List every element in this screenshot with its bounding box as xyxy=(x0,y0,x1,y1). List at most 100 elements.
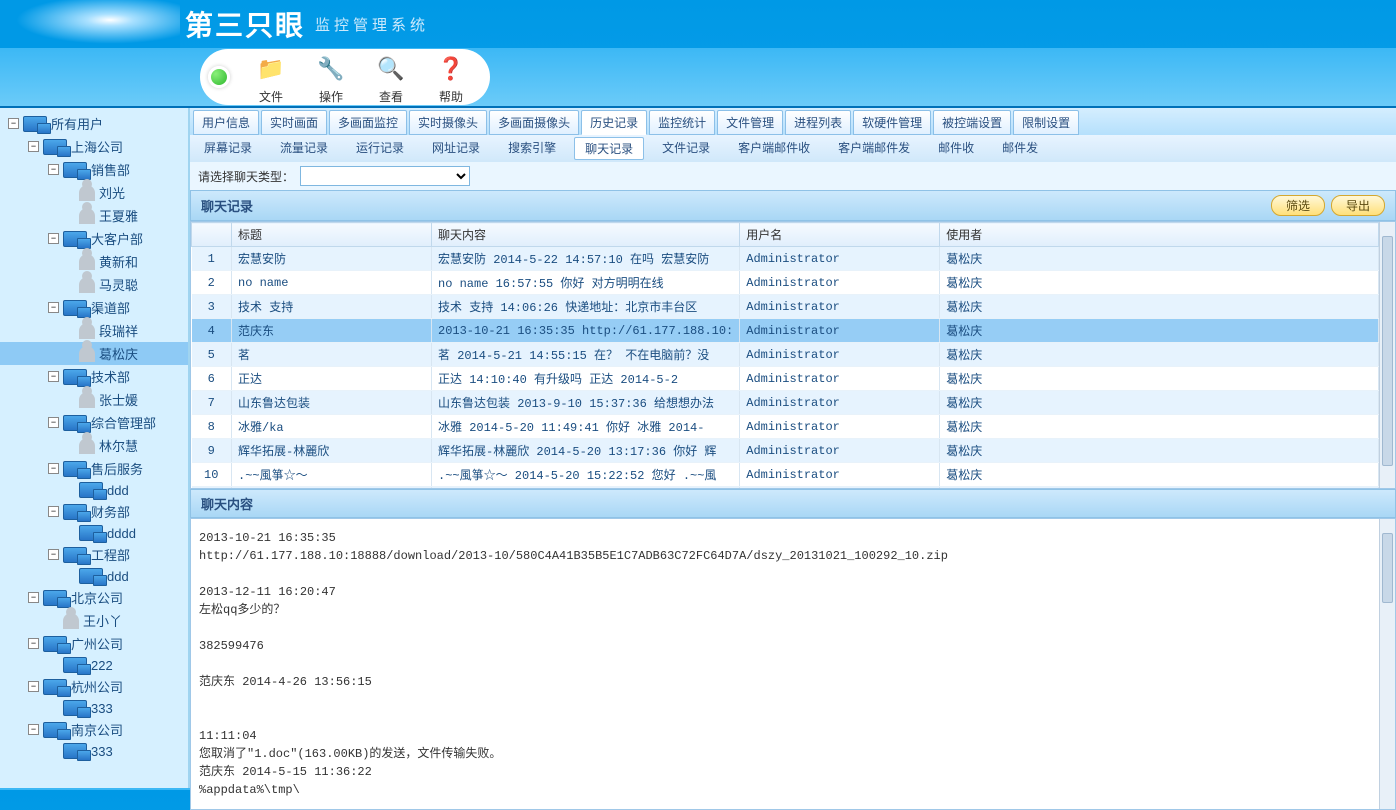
tree-node-上海公司[interactable]: −上海公司 xyxy=(0,135,188,158)
table-scrollbar[interactable] xyxy=(1379,222,1395,488)
tab-监控统计[interactable]: 监控统计 xyxy=(649,110,715,135)
tab-限制设置[interactable]: 限制设置 xyxy=(1013,110,1079,135)
filter-button[interactable]: 筛选 xyxy=(1271,195,1325,216)
table-row[interactable]: 10.~~風箏☆～.~~風箏☆～ 2014-5-20 15:22:52 您好 .… xyxy=(192,463,1379,487)
tab-历史记录[interactable]: 历史记录 xyxy=(581,110,647,135)
secondary-tabs: 屏幕记录流量记录运行记录网址记录搜索引擎聊天记录文件记录客户端邮件收客户端邮件发… xyxy=(190,135,1396,162)
subtab-聊天记录[interactable]: 聊天记录 xyxy=(574,137,644,160)
computer-icon xyxy=(63,461,87,477)
subtab-屏幕记录[interactable]: 屏幕记录 xyxy=(194,137,262,160)
tree-node-刘光[interactable]: 刘光 xyxy=(0,181,188,204)
computer-icon xyxy=(43,590,67,606)
subtab-邮件发[interactable]: 邮件发 xyxy=(992,137,1048,160)
subtab-运行记录[interactable]: 运行记录 xyxy=(346,137,414,160)
subtab-搜索引擎[interactable]: 搜索引擎 xyxy=(498,137,566,160)
tree-toggle-icon[interactable]: − xyxy=(28,638,39,649)
table-row[interactable]: 8 冰雅/ka 冰雅 2014-5-20 11:49:41 你好 冰雅 2014… xyxy=(192,415,1379,439)
tree-node-销售部[interactable]: −销售部 xyxy=(0,158,188,181)
toolbar-wrench-button[interactable]: 🔧操作 xyxy=(312,50,350,105)
tree-node-技术部[interactable]: −技术部 xyxy=(0,365,188,388)
tree-node-222[interactable]: 222 xyxy=(0,655,188,675)
col-header-2[interactable]: 聊天内容 xyxy=(432,223,740,247)
tree-node-渠道部[interactable]: −渠道部 xyxy=(0,296,188,319)
tree-node-333[interactable]: 333 xyxy=(0,698,188,718)
tree-node-张士媛[interactable]: 张士媛 xyxy=(0,388,188,411)
tree-toggle-icon[interactable]: − xyxy=(48,417,59,428)
tree-toggle-icon[interactable]: − xyxy=(48,302,59,313)
user-icon xyxy=(79,346,95,362)
subtab-客户端邮件发[interactable]: 客户端邮件发 xyxy=(828,137,920,160)
tree-toggle-icon[interactable]: − xyxy=(8,118,19,129)
subtab-网址记录[interactable]: 网址记录 xyxy=(422,137,490,160)
question-icon: ❓ xyxy=(432,50,470,88)
tab-进程列表[interactable]: 进程列表 xyxy=(785,110,851,135)
subtab-文件记录[interactable]: 文件记录 xyxy=(652,137,720,160)
tree-node-南京公司[interactable]: −南京公司 xyxy=(0,718,188,741)
tree-node-林尔慧[interactable]: 林尔慧 xyxy=(0,434,188,457)
table-row[interactable]: 1宏慧安防宏慧安防 2014-5-22 14:57:10 在吗 宏慧安防Admi… xyxy=(192,247,1379,271)
table-row[interactable]: 7山东鲁达包装山东鲁达包装 2013-9-10 15:37:36 给想想办法Ad… xyxy=(192,391,1379,415)
tab-实时摄像头[interactable]: 实时摄像头 xyxy=(409,110,487,135)
tree-node-北京公司[interactable]: −北京公司 xyxy=(0,586,188,609)
tree-toggle-icon[interactable]: − xyxy=(48,233,59,244)
col-header-1[interactable]: 标题 xyxy=(232,223,432,247)
subtab-流量记录[interactable]: 流量记录 xyxy=(270,137,338,160)
tree-node-综合管理部[interactable]: −综合管理部 xyxy=(0,411,188,434)
tab-被控端设置[interactable]: 被控端设置 xyxy=(933,110,1011,135)
tree-toggle-icon[interactable]: − xyxy=(48,463,59,474)
toolbar-question-button[interactable]: ❓帮助 xyxy=(432,50,470,105)
tab-软硬件管理[interactable]: 软硬件管理 xyxy=(853,110,931,135)
tree-node-所有用户[interactable]: −所有用户 xyxy=(0,112,188,135)
tree-node-王夏雅[interactable]: 王夏雅 xyxy=(0,204,188,227)
tree-node-工程部[interactable]: −工程部 xyxy=(0,543,188,566)
subtab-客户端邮件收[interactable]: 客户端邮件收 xyxy=(728,137,820,160)
tab-多画面监控[interactable]: 多画面监控 xyxy=(329,110,407,135)
tab-实时画面[interactable]: 实时画面 xyxy=(261,110,327,135)
tree-node-段瑞祥[interactable]: 段瑞祥 xyxy=(0,319,188,342)
toolbar-magnifier-button[interactable]: 🔍查看 xyxy=(372,50,410,105)
table-row[interactable]: 4范庆东2013-10-21 16:35:35 http://61.177.18… xyxy=(192,319,1379,343)
tab-多画面摄像头[interactable]: 多画面摄像头 xyxy=(489,110,579,135)
tree-node-大客户部[interactable]: −大客户部 xyxy=(0,227,188,250)
user-tree-sidebar[interactable]: −所有用户−上海公司−销售部刘光王夏雅−大客户部黄新和马灵聪−渠道部段瑞祥葛松庆… xyxy=(0,108,190,788)
tree-node-333[interactable]: 333 xyxy=(0,741,188,761)
tree-node-售后服务[interactable]: −售后服务 xyxy=(0,457,188,480)
col-header-0[interactable] xyxy=(192,223,232,247)
table-row[interactable]: 2no nameno name 16:57:55 你好 对方明明在线Admini… xyxy=(192,271,1379,295)
tree-node-dddd[interactable]: dddd xyxy=(0,523,188,543)
tree-node-ddd[interactable]: ddd xyxy=(0,566,188,586)
table-row[interactable]: 3技术 支持技术 支持 14:06:26 快递地址：北京市丰台区Administ… xyxy=(192,295,1379,319)
tree-toggle-icon[interactable]: − xyxy=(48,506,59,517)
computer-icon xyxy=(43,679,67,695)
tree-toggle-icon[interactable]: − xyxy=(48,164,59,175)
tree-node-财务部[interactable]: −财务部 xyxy=(0,500,188,523)
col-header-3[interactable]: 用户名 xyxy=(740,223,940,247)
tree-node-广州公司[interactable]: −广州公司 xyxy=(0,632,188,655)
tree-toggle-icon[interactable]: − xyxy=(48,549,59,560)
tree-toggle-icon[interactable]: − xyxy=(28,724,39,735)
table-row[interactable]: 5茗茗 2014-5-21 14:55:15 在？ 不在电脑前？没Adminis… xyxy=(192,343,1379,367)
export-button[interactable]: 导出 xyxy=(1331,195,1385,216)
col-header-4[interactable]: 使用者 xyxy=(940,223,1379,247)
toolbar-folder-button[interactable]: 📁文件 xyxy=(252,50,290,105)
tree-node-王小丫[interactable]: 王小丫 xyxy=(0,609,188,632)
subtab-邮件收[interactable]: 邮件收 xyxy=(928,137,984,160)
tree-toggle-icon[interactable]: − xyxy=(28,681,39,692)
tree-node-马灵聪[interactable]: 马灵聪 xyxy=(0,273,188,296)
tree-toggle-icon[interactable]: − xyxy=(48,371,59,382)
table-row[interactable]: 6 正达 正达 14:10:40 有升级吗 正达 2014-5-2Adminis… xyxy=(192,367,1379,391)
tree-node-葛松庆[interactable]: 葛松庆 xyxy=(0,342,188,365)
content-scrollbar[interactable] xyxy=(1379,519,1395,809)
tree-toggle-icon[interactable]: − xyxy=(28,592,39,603)
chat-type-select[interactable] xyxy=(300,166,470,186)
tree-node-杭州公司[interactable]: −杭州公司 xyxy=(0,675,188,698)
tab-文件管理[interactable]: 文件管理 xyxy=(717,110,783,135)
tab-用户信息[interactable]: 用户信息 xyxy=(193,110,259,135)
chat-content-body[interactable]: 2013-10-21 16:35:35 http://61.177.188.10… xyxy=(191,519,1379,809)
tree-toggle-icon[interactable]: − xyxy=(28,141,39,152)
tree-node-ddd[interactable]: ddd xyxy=(0,480,188,500)
tree-node-黄新和[interactable]: 黄新和 xyxy=(0,250,188,273)
table-row[interactable]: 11 op op 2013-9-24 19:01:56 你好 请问在吗 opAd… xyxy=(192,487,1379,489)
table-row[interactable]: 9辉华拓展-林麗欣辉华拓展-林麗欣 2014-5-20 13:17:36 你好 … xyxy=(192,439,1379,463)
computer-icon xyxy=(79,568,103,584)
